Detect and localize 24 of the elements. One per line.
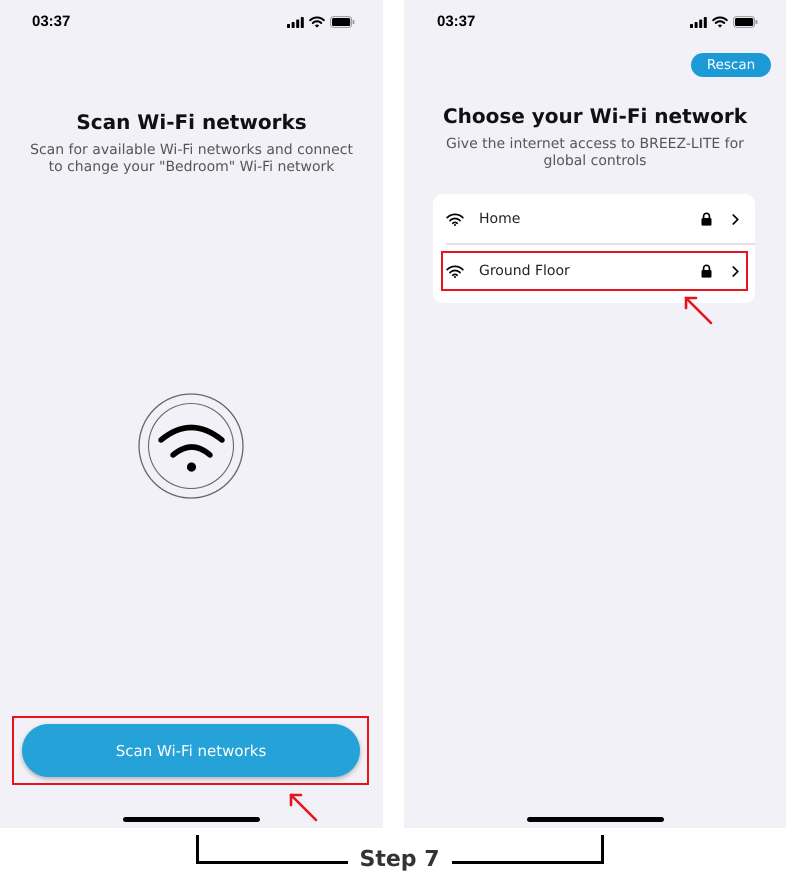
pointer-arrow	[288, 792, 318, 822]
screen-subtitle: Give the internet access to BREEZ-LITE for global controls	[445, 136, 745, 170]
status-time: 03:37	[437, 12, 476, 32]
step-label: Step 7	[360, 846, 440, 874]
battery-icon	[733, 16, 758, 28]
screen-title: Scan Wi-Fi networks	[76, 110, 307, 134]
wifi-icon	[309, 16, 325, 28]
screen-title: Choose your Wi-Fi network	[442, 104, 748, 128]
battery-icon	[330, 16, 355, 28]
signal-icon	[287, 16, 304, 28]
chevron-right-icon	[732, 214, 739, 224]
chevron-right-icon	[732, 266, 739, 276]
status-time: 03:37	[32, 12, 70, 32]
screen-subtitle: Scan for available Wi-Fi networks and connect to change your "Bedroom" Wi-Fi network	[29, 142, 354, 176]
network-item[interactable]: Ground Floor	[443, 253, 746, 289]
network-item[interactable]: Home	[443, 201, 746, 237]
wifi-icon	[446, 212, 464, 226]
signal-icon	[690, 16, 707, 28]
pointer-arrow	[683, 295, 713, 325]
wifi-icon	[138, 393, 244, 499]
network-name: Ground Floor	[479, 263, 571, 279]
wifi-icon	[446, 264, 464, 278]
network-name: Home	[479, 211, 522, 227]
wifi-icon	[712, 16, 728, 28]
